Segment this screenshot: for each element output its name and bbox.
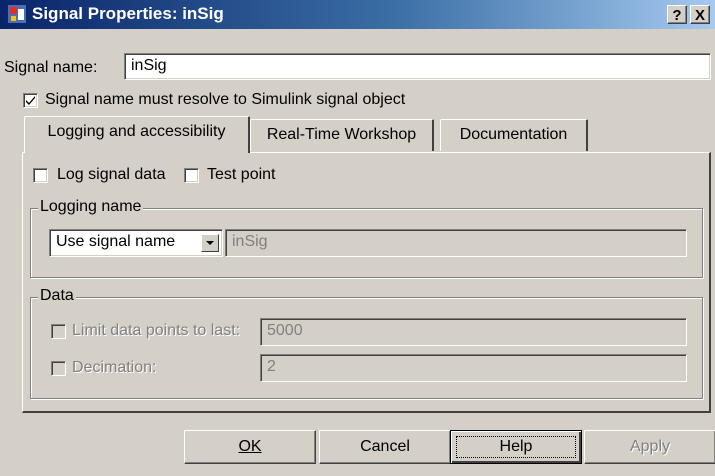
signal-name-input[interactable]: inSig [124, 53, 711, 80]
decimation-label: Decimation: [72, 359, 157, 376]
resolve-signal-checkbox[interactable] [23, 93, 38, 108]
apply-button-label: Apply [629, 438, 671, 455]
logging-name-input[interactable]: inSig [225, 229, 687, 257]
logging-name-mode-select[interactable]: Use signal name [49, 229, 223, 257]
data-group [30, 297, 703, 399]
title-bar[interactable]: Signal Properties: inSig ? X [0, 0, 715, 29]
tab-label: Logging and accessibility [47, 123, 226, 140]
cancel-button-label: Cancel [360, 438, 410, 455]
tab-real-time-workshop[interactable]: Real-Time Workshop [250, 119, 434, 151]
simulink-app-icon [8, 5, 26, 23]
focus-rectangle [456, 436, 576, 458]
log-signal-data-label: Log signal data [57, 166, 166, 183]
log-signal-data-checkbox[interactable] [33, 168, 48, 183]
dropdown-arrow-icon [206, 241, 214, 245]
logging-name-mode-value: Use signal name [56, 233, 176, 250]
tab-label: Real-Time Workshop [266, 126, 417, 143]
decimation-checkbox[interactable] [51, 361, 66, 376]
logging-name-mode-dropdown-button[interactable] [201, 234, 219, 252]
close-icon: X [694, 7, 705, 24]
test-point-checkbox[interactable] [184, 168, 199, 183]
tab-logging-and-accessibility[interactable]: Logging and accessibility [24, 116, 250, 153]
help-button[interactable]: Help [450, 430, 582, 464]
cancel-button[interactable]: Cancel [319, 430, 451, 464]
close-button[interactable]: X [690, 5, 710, 24]
window-title: Signal Properties: inSig [32, 4, 224, 23]
help-caption-button[interactable]: ? [667, 5, 687, 24]
limit-data-points-checkbox[interactable] [51, 324, 66, 339]
tab-documentation[interactable]: Documentation [440, 119, 588, 151]
limit-data-points-label: Limit data points to last: [72, 322, 241, 339]
signal-name-label: Signal name: [4, 59, 98, 76]
tab-label: Documentation [459, 126, 568, 143]
limit-data-points-input[interactable]: 5000 [260, 318, 687, 346]
ok-button-label: OK [238, 438, 262, 455]
resolve-signal-label: Signal name must resolve to Simulink sig… [45, 91, 406, 108]
help-caption-icon: ? [672, 7, 682, 24]
apply-button[interactable]: Apply [584, 430, 715, 464]
test-point-label: Test point [207, 166, 276, 183]
decimation-input[interactable]: 2 [260, 354, 687, 382]
checkmark-icon [26, 96, 35, 105]
data-group-title: Data [38, 287, 76, 305]
ok-button[interactable]: OK [184, 430, 316, 464]
logging-name-group-title: Logging name [38, 198, 144, 216]
